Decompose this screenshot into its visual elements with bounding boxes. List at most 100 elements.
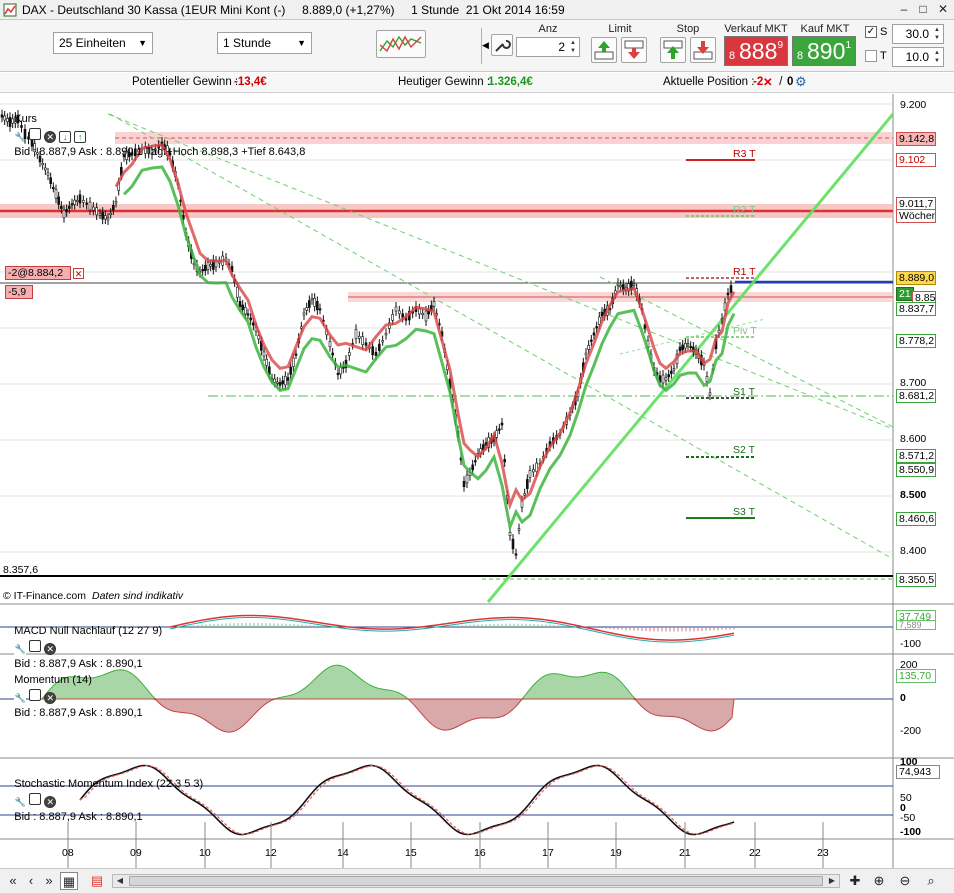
candle-body bbox=[726, 292, 730, 296]
macd-name: MACD Null Nachlauf (12 27 9) bbox=[14, 625, 163, 637]
arrow-up-icon[interactable]: ↑ bbox=[74, 131, 87, 143]
window-icon[interactable] bbox=[29, 128, 42, 140]
s-spinner[interactable]: 30.0 ▲ ▼ bbox=[892, 24, 944, 44]
order-close-icon[interactable]: ✕ bbox=[73, 268, 84, 279]
cursor-icon[interactable]: ✚ bbox=[846, 872, 864, 890]
t-checkbox[interactable] bbox=[865, 50, 877, 62]
candle-body bbox=[54, 189, 58, 199]
candle-body bbox=[432, 301, 436, 307]
close-position-icon[interactable]: ✕ bbox=[763, 75, 773, 89]
wrench-icon[interactable]: 🔧 bbox=[14, 797, 27, 809]
scroll-right-icon[interactable]: ▶ bbox=[825, 875, 839, 887]
candle-body bbox=[294, 353, 298, 356]
zoom-reset-icon[interactable]: ⌕ bbox=[922, 872, 940, 890]
spin-up-icon[interactable]: ▲ bbox=[568, 39, 578, 47]
maximize-icon[interactable]: □ bbox=[914, 1, 932, 18]
window-title: DAX - Deutschland 30 Kassa (1EUR Mini Ko… bbox=[22, 3, 565, 17]
limit-buy-button[interactable] bbox=[591, 37, 617, 63]
zoom-in-icon[interactable]: ⊕ bbox=[870, 872, 888, 890]
candle-body bbox=[391, 313, 394, 321]
chevron-right-icon[interactable]: » bbox=[40, 872, 58, 890]
grid-icon[interactable]: ▦ bbox=[60, 872, 78, 890]
stop-sell-button[interactable] bbox=[690, 37, 716, 63]
close-icon[interactable]: ✕ bbox=[44, 131, 57, 143]
price-label: 8.571,2 bbox=[896, 449, 936, 463]
spin-down-icon[interactable]: ▼ bbox=[932, 57, 942, 65]
t-spinner[interactable]: 10.0 ▲ ▼ bbox=[892, 47, 944, 67]
candle-body bbox=[238, 301, 242, 307]
close-icon[interactable]: ✕ bbox=[934, 1, 952, 18]
candle-body bbox=[316, 301, 319, 311]
close-icon[interactable]: ✕ bbox=[44, 643, 57, 655]
window-icon[interactable] bbox=[29, 689, 42, 701]
bottom-toolbar: « ‹ » ▦ ▤ ◀ ▶ ✚ ⊕ ⊖ ⌕ bbox=[0, 868, 954, 893]
y-tick: 8.700 bbox=[900, 377, 927, 389]
candle-body bbox=[394, 306, 398, 312]
candle-body bbox=[678, 346, 682, 352]
s-checkbox[interactable]: ✓ bbox=[865, 26, 877, 38]
close-icon[interactable]: ✕ bbox=[44, 692, 57, 704]
macd-tick: -100 bbox=[900, 638, 922, 650]
candle-body bbox=[498, 428, 501, 431]
anz-spinner[interactable]: 2 ▲ ▼ bbox=[516, 37, 580, 57]
y-tick: 8.400 bbox=[900, 545, 927, 557]
momentum-info: Bid : 8.887,9 Ask : 8.890,1 bbox=[14, 707, 143, 719]
candle-body bbox=[284, 376, 287, 386]
candle-body bbox=[667, 374, 670, 378]
buy-price-prefix: 8 bbox=[797, 50, 804, 62]
window-icon[interactable] bbox=[29, 793, 42, 805]
chart-area[interactable]: Kurs 🔧 ✕ ↓ ↑ Bid : 8.887,9 Ask : 8.890,1 Ta… bbox=[0, 94, 954, 868]
sell-price-prefix: 8 bbox=[729, 50, 736, 62]
candle-body bbox=[292, 357, 295, 367]
smi-name: Stochastic Momentum Index (22 3 5 3) bbox=[14, 778, 204, 790]
candle-body bbox=[686, 343, 690, 346]
units-value: 25 Einheiten bbox=[59, 36, 126, 50]
wrench-button[interactable] bbox=[491, 34, 513, 56]
momentum-negative-area bbox=[42, 698, 735, 733]
spin-up-icon[interactable]: ▲ bbox=[932, 49, 942, 57]
momentum-positive-area bbox=[40, 664, 734, 700]
sell-header: Verkauf MKT bbox=[724, 23, 788, 35]
candle-body bbox=[70, 203, 74, 206]
interval-select[interactable]: 1 Stunde ▼ bbox=[217, 32, 312, 54]
x-axis-label: 08 bbox=[62, 847, 74, 859]
chart-style-button[interactable] bbox=[376, 30, 426, 58]
collapse-icon[interactable]: ◀ bbox=[482, 40, 489, 51]
spin-down-icon[interactable]: ▼ bbox=[932, 34, 942, 42]
units-select[interactable]: 25 Einheiten ▼ bbox=[53, 32, 153, 54]
wrench-icon[interactable]: 🔧 bbox=[14, 132, 26, 144]
chart-icon[interactable]: ▤ bbox=[88, 872, 106, 890]
spin-up-icon[interactable]: ▲ bbox=[932, 26, 942, 34]
gear-icon[interactable]: ⚙ bbox=[795, 74, 807, 90]
chart-canvas[interactable] bbox=[0, 94, 954, 868]
s-label: S bbox=[880, 26, 888, 38]
x-axis-label: 17 bbox=[542, 847, 554, 859]
chevron-left-single-icon[interactable]: ‹ bbox=[22, 872, 40, 890]
window-icon[interactable] bbox=[29, 640, 42, 652]
minimize-icon[interactable]: – bbox=[895, 1, 913, 18]
stop-buy-button[interactable] bbox=[660, 37, 686, 63]
candle-body bbox=[364, 342, 368, 346]
candle-body bbox=[689, 345, 692, 349]
x-axis-label: 16 bbox=[474, 847, 486, 859]
limit-sell-button[interactable] bbox=[621, 37, 647, 63]
buy-market-button[interactable]: 8 890 1 bbox=[792, 36, 856, 66]
candle-body bbox=[236, 287, 239, 298]
arrow-down-icon[interactable]: ↓ bbox=[59, 131, 72, 143]
order-label[interactable]: -2@8.884,2 bbox=[5, 266, 71, 280]
candle-body bbox=[41, 162, 44, 166]
trading-toolbar: 25 Einheiten ▼ 1 Stunde ▼ ◀ Anz 2 ▲ ▼ Li… bbox=[0, 20, 954, 72]
wrench-icon[interactable]: 🔧 bbox=[14, 644, 27, 656]
sell-market-button[interactable]: 8 888 9 bbox=[724, 36, 788, 66]
candle-body bbox=[358, 336, 361, 339]
scroll-left-icon[interactable]: ◀ bbox=[113, 875, 127, 887]
time-scrollbar[interactable]: ◀ ▶ bbox=[112, 874, 840, 888]
candle-body bbox=[361, 336, 364, 345]
close-icon[interactable]: ✕ bbox=[44, 796, 57, 808]
scrollbar-thumb[interactable] bbox=[129, 876, 823, 886]
today-profit-label: Heutiger Gewinn : bbox=[398, 76, 494, 88]
spin-down-icon[interactable]: ▼ bbox=[568, 47, 578, 55]
zoom-out-icon[interactable]: ⊖ bbox=[896, 872, 914, 890]
wrench-icon[interactable]: 🔧 bbox=[14, 693, 27, 705]
chevron-left-icon[interactable]: « bbox=[4, 872, 22, 890]
